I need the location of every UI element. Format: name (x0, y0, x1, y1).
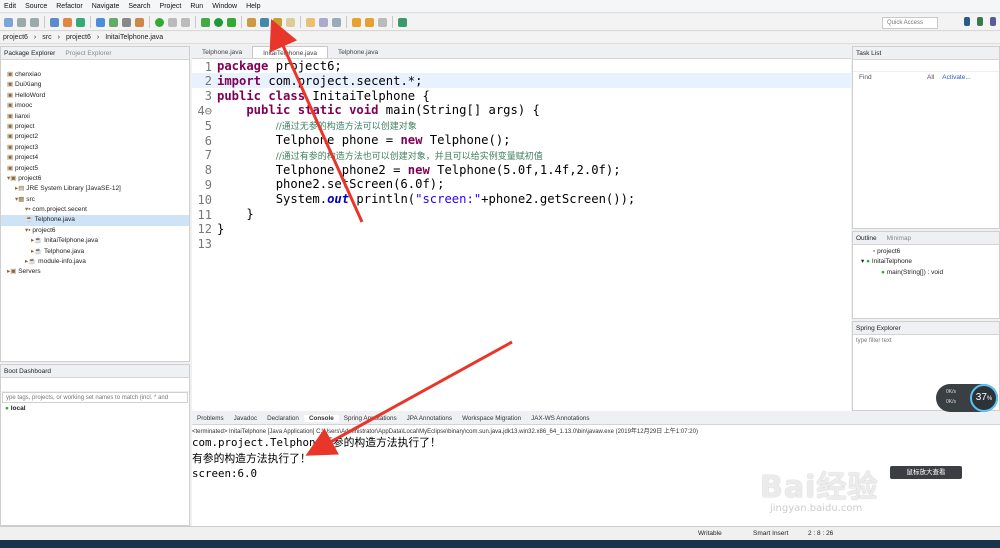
annotation-arrows (269, 19, 513, 456)
arrow-to-console-output (305, 340, 513, 456)
arrow-to-run-button (269, 19, 364, 223)
